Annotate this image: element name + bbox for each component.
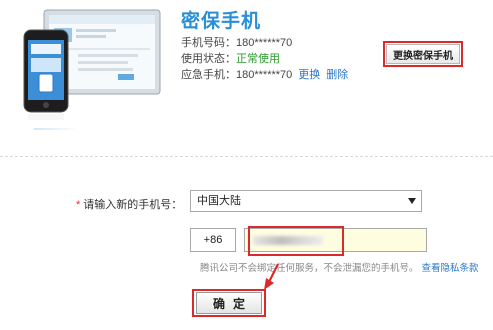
- decorative-strip: [34, 128, 78, 130]
- status-row: 使用状态：正常使用: [181, 50, 280, 66]
- privacy-hint: 腾讯公司不会绑定任何服务，不会泄漏您的手机号。 查看隐私条款: [200, 260, 479, 274]
- country-selected-value: 中国大陆: [197, 195, 241, 207]
- emergency-phone-row: 应急手机：180******70 更换 删除: [181, 66, 348, 82]
- required-mark: *: [76, 199, 81, 211]
- red-arrow-icon: [264, 263, 279, 290]
- country-select[interactable]: 中国大陆: [190, 190, 422, 212]
- chevron-down-icon: [408, 198, 416, 204]
- new-phone-label-text: 请输入新的手机号：: [83, 199, 183, 211]
- status-value: 正常使用: [236, 53, 280, 65]
- new-phone-label: * 请输入新的手机号：: [76, 196, 182, 212]
- privacy-terms-link[interactable]: 查看隐私条款: [422, 263, 479, 274]
- country-code-prefix: +86: [190, 228, 236, 252]
- confirm-button-highlight: 确定: [192, 289, 266, 317]
- phone-number-label: 手机号码：: [181, 37, 236, 49]
- emergency-delete-link[interactable]: 删除: [326, 69, 348, 81]
- change-security-phone-button[interactable]: 更换密保手机: [386, 44, 460, 64]
- phone-input-highlight: [248, 226, 344, 256]
- emergency-change-link[interactable]: 更换: [298, 69, 320, 81]
- page-title: 密保手机: [181, 11, 262, 32]
- status-label: 使用状态：: [181, 53, 236, 65]
- emergency-phone-label: 应急手机：: [181, 69, 236, 81]
- privacy-hint-text: 腾讯公司不会绑定任何服务，不会泄漏您的手机号。: [200, 263, 419, 274]
- phone-number-row: 手机号码：180******70: [181, 34, 292, 50]
- phone-device-illustration: [23, 9, 161, 120]
- section-divider: [0, 156, 493, 157]
- phone-number-value: 180******70: [236, 37, 293, 49]
- emergency-phone-value: 180******70: [236, 69, 293, 81]
- change-button-highlight: 更换密保手机: [383, 41, 463, 67]
- confirm-button[interactable]: 确定: [196, 292, 262, 314]
